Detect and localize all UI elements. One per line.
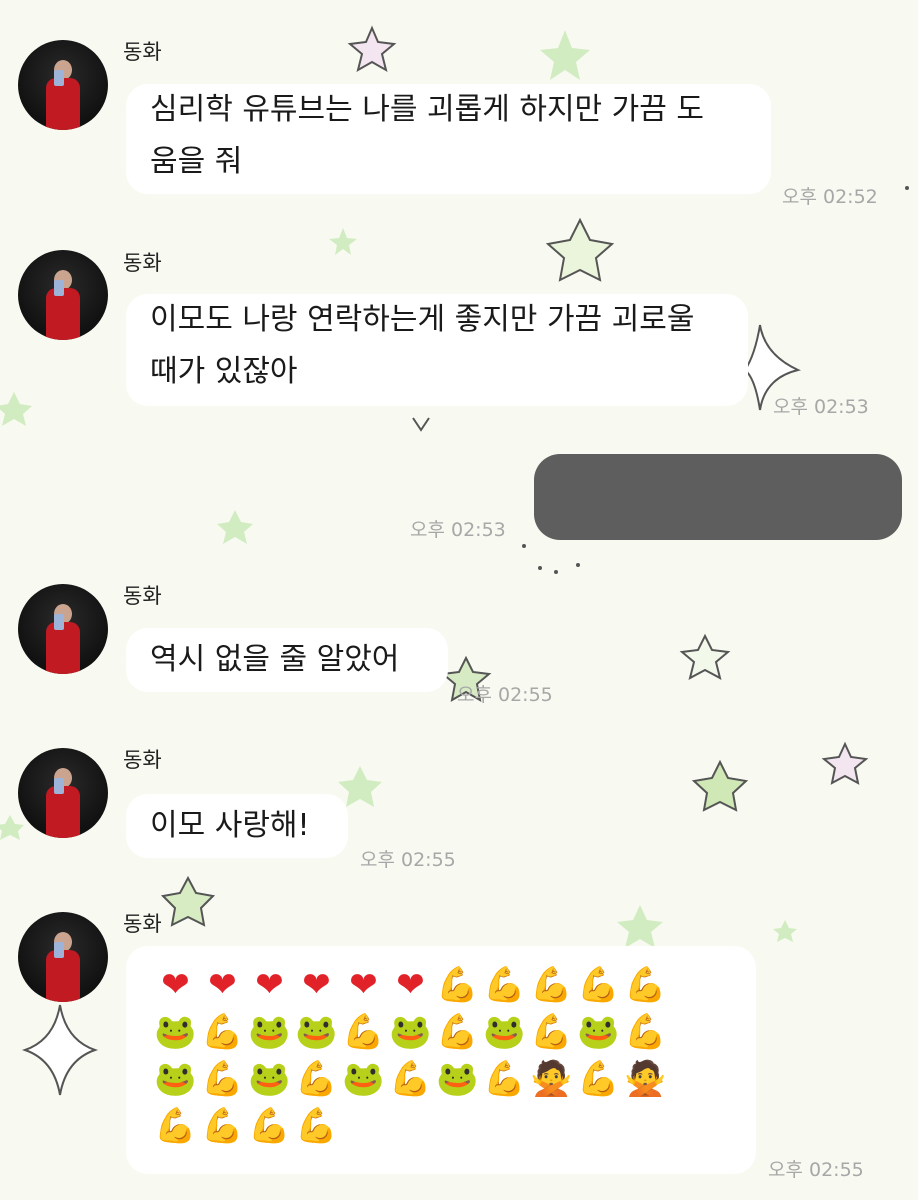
star-decoration: [617, 905, 663, 948]
avatar[interactable]: [18, 912, 108, 1002]
frog-emoji: 🐸: [248, 1059, 291, 1099]
sender-name: 동화: [123, 251, 162, 275]
heart-emoji: ❤: [255, 965, 284, 1005]
flexed-arm-emoji: 💪: [530, 965, 573, 1005]
frog-emoji: 🐸: [436, 1059, 479, 1099]
message-text: 역시 없을 줄 알았어: [150, 642, 400, 677]
star-decoration: [217, 510, 253, 544]
flexed-arm-emoji: 💪: [201, 1106, 244, 1146]
flexed-arm-emoji: 💪: [624, 1012, 667, 1052]
message-text-line: 때가 있잖아: [150, 354, 298, 389]
message-text-line: 움을 줘: [150, 144, 243, 179]
star-decoration: [329, 228, 357, 255]
message-timestamp: 오후 02:55: [457, 684, 553, 706]
v-mark-decoration: [412, 417, 430, 432]
heart-emoji: ❤: [302, 965, 331, 1005]
flexed-arm-emoji: 💪: [483, 965, 526, 1005]
emoji-grid: ❤ ❤ ❤ ❤ ❤ ❤ 💪 💪 💪 💪 💪 🐸 💪 🐸 🐸 💪 🐸 💪 🐸 💪 🐸 💪 🐸 💪 🐸 💪 🐸 💪 🐸 💪 🙅 💪 🙅 💪 💪 💪 💪: [152, 962, 712, 1150]
flexed-arm-emoji: 💪: [436, 1012, 479, 1052]
frog-emoji: 🐸: [577, 1012, 620, 1052]
emoji-message-bubble[interactable]: ❤ ❤ ❤ ❤ ❤ ❤ 💪 💪 💪 💪 💪 🐸 💪 🐸 🐸 💪 🐸 💪 🐸 💪 🐸 💪 🐸 💪 🐸 💪 🐸 💪 🐸 💪 🙅 💪 🙅 💪 💪 💪 💪: [126, 946, 756, 1174]
avatar[interactable]: [18, 250, 108, 340]
flexed-arm-emoji: 💪: [201, 1059, 244, 1099]
message-text-line: 심리학 유튜브는 나를 괴롭게 하지만 가끔 도: [150, 92, 705, 127]
star-decoration: [338, 766, 382, 807]
star-outline-decoration: [679, 633, 731, 680]
frog-emoji: 🐸: [342, 1059, 385, 1099]
message-text-line: 이모도 나랑 연락하는게 좋지만 가끔 괴로울: [150, 302, 695, 337]
pink-star-decoration: [821, 741, 869, 785]
avatar[interactable]: [18, 584, 108, 674]
star-outline-decoration: [545, 217, 615, 282]
frog-emoji: 🐸: [154, 1059, 197, 1099]
avatar[interactable]: [18, 40, 108, 130]
frog-emoji: 🐸: [154, 1012, 197, 1052]
sender-name: 동화: [123, 584, 162, 608]
flexed-arm-emoji: 💪: [342, 1012, 385, 1052]
message-timestamp: 오후 02:52: [782, 186, 878, 208]
star-outline-decoration: [691, 759, 749, 812]
message-bubble[interactable]: 역시 없을 줄 알았어: [126, 628, 448, 692]
flexed-arm-emoji: 💪: [530, 1012, 573, 1052]
message-timestamp: 오후 02:53: [773, 396, 869, 418]
star-decoration: [773, 920, 797, 942]
no-gesture-emoji: 🙅: [624, 1059, 667, 1099]
flexed-arm-emoji: 💪: [154, 1106, 197, 1146]
redacted-message-bubble[interactable]: [534, 454, 902, 540]
frog-emoji: 🐸: [295, 1012, 338, 1052]
heart-emoji: ❤: [396, 965, 425, 1005]
flexed-arm-emoji: 💪: [577, 965, 620, 1005]
message-bubble[interactable]: 이모 사랑해!: [126, 794, 348, 858]
star-decoration: [540, 30, 590, 80]
no-gesture-emoji: 🙅: [530, 1059, 573, 1099]
sender-name: 동화: [123, 40, 162, 64]
message-text: 이모 사랑해!: [150, 808, 310, 843]
frog-emoji: 🐸: [248, 1012, 291, 1052]
message-bubble[interactable]: 심리학 유튜브는 나를 괴롭게 하지만 가끔 도 움을 줘: [126, 84, 771, 194]
frog-emoji: 🐸: [483, 1012, 526, 1052]
flexed-arm-emoji: 💪: [577, 1059, 620, 1099]
sender-name: 동화: [123, 912, 162, 936]
flexed-arm-emoji: 💪: [201, 1012, 244, 1052]
flexed-arm-emoji: 💪: [436, 965, 479, 1005]
message-timestamp: 오후 02:55: [360, 849, 456, 871]
star-decoration: [0, 392, 32, 426]
flexed-arm-emoji: 💪: [248, 1106, 291, 1146]
flexed-arm-emoji: 💪: [389, 1059, 432, 1099]
avatar[interactable]: [18, 748, 108, 838]
frog-emoji: 🐸: [389, 1012, 432, 1052]
flexed-arm-emoji: 💪: [295, 1106, 338, 1146]
heart-emoji: ❤: [161, 965, 190, 1005]
flexed-arm-emoji: 💪: [483, 1059, 526, 1099]
sender-name: 동화: [123, 748, 162, 772]
message-timestamp: 오후 02:55: [768, 1159, 864, 1181]
message-bubble[interactable]: 이모도 나랑 연락하는게 좋지만 가끔 괴로울 때가 있잖아: [126, 294, 748, 406]
sparkle-decoration: [21, 1004, 99, 1096]
heart-emoji: ❤: [349, 965, 378, 1005]
star-decoration: [0, 815, 24, 840]
star-outline-decoration: [160, 875, 216, 927]
pink-star-decoration: [347, 25, 397, 73]
flexed-arm-emoji: 💪: [295, 1059, 338, 1099]
heart-emoji: ❤: [208, 965, 237, 1005]
message-timestamp: 오후 02:53: [410, 519, 506, 541]
flexed-arm-emoji: 💪: [624, 965, 667, 1005]
